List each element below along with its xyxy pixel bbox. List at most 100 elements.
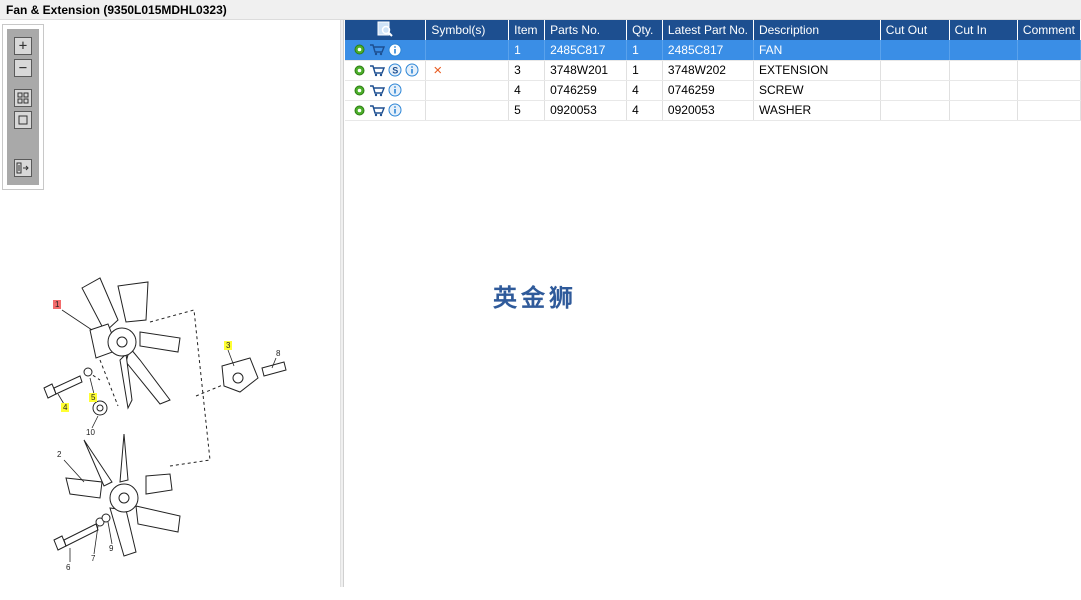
cell-item: 3	[508, 60, 546, 81]
table-row[interactable]: 5 0920053 4 0920053 WASHER	[345, 100, 1081, 121]
svg-text:S: S	[392, 66, 398, 76]
callout-5[interactable]: 5	[91, 393, 96, 402]
cell-item: 1	[508, 40, 546, 61]
fan-upper-illustration	[81, 277, 181, 410]
cell-symbol	[425, 100, 510, 121]
callout-9[interactable]: 9	[109, 544, 114, 553]
cell-comment	[1017, 80, 1081, 101]
table-row[interactable]: S × 3 3748W201 1 3748W202 EXTENSION	[345, 60, 1081, 81]
window-title: Fan & Extension (9350L015MDHL0323)	[6, 3, 227, 17]
cell-qty: 1	[626, 40, 663, 61]
screw-lower-illustration	[53, 523, 99, 551]
gear-icon[interactable]	[353, 43, 366, 56]
cell-part-no: 3748W201	[544, 60, 628, 81]
cell-comment	[1017, 40, 1081, 61]
column-header-cut-in[interactable]: Cut In	[949, 20, 1018, 40]
parts-table: Symbol(s) Item Parts No. Qty. Latest Par…	[345, 20, 1081, 121]
search-doc-icon[interactable]	[377, 21, 393, 37]
row-actions: S	[345, 60, 427, 81]
row-actions	[345, 80, 427, 101]
s-icon[interactable]: S	[388, 63, 402, 77]
cell-symbol: ×	[425, 60, 510, 81]
illustration-pane[interactable]: + − 1 3 4 5 8 10 2 6 7 9	[0, 20, 340, 587]
cell-qty: 4	[626, 80, 663, 101]
cell-description: WASHER	[753, 100, 881, 121]
cell-cut-out	[880, 100, 950, 121]
callout-1[interactable]: 1	[55, 300, 60, 309]
column-header-icons[interactable]	[345, 20, 427, 40]
screw-illustration	[43, 375, 83, 399]
cell-cut-in	[949, 80, 1018, 101]
info-icon[interactable]	[388, 83, 402, 97]
cell-latest-part-no: 3748W202	[662, 60, 754, 81]
cell-description: SCREW	[753, 80, 881, 101]
table-header-row: Symbol(s) Item Parts No. Qty. Latest Par…	[345, 20, 1081, 40]
gear-icon[interactable]	[353, 64, 366, 77]
callout-3[interactable]: 3	[226, 341, 231, 350]
row-actions	[345, 100, 427, 121]
cell-cut-out	[880, 40, 950, 61]
callout-6[interactable]: 6	[66, 563, 71, 572]
column-header-parts-no[interactable]: Parts No.	[544, 20, 628, 40]
column-header-symbols[interactable]: Symbol(s)	[425, 20, 510, 40]
cell-part-no: 0746259	[544, 80, 628, 101]
gear-icon[interactable]	[353, 104, 366, 117]
callout-4[interactable]: 4	[63, 403, 68, 412]
cell-latest-part-no: 0746259	[662, 80, 754, 101]
table-row[interactable]: 1 2485C817 1 2485C817 FAN	[345, 40, 1081, 61]
column-header-qty[interactable]: Qty.	[626, 20, 663, 40]
cell-latest-part-no: 2485C817	[662, 40, 754, 61]
column-header-item[interactable]: Item	[508, 20, 546, 40]
cell-description: FAN	[753, 40, 881, 61]
row-actions	[345, 40, 427, 61]
fit-grid-icon[interactable]	[14, 89, 32, 107]
info-icon[interactable]	[388, 43, 402, 57]
callout-8[interactable]: 8	[276, 349, 281, 358]
table-row[interactable]: 4 0746259 4 0746259 SCREW	[345, 80, 1081, 101]
gear-icon[interactable]	[353, 84, 366, 97]
cell-cut-out	[880, 80, 950, 101]
toolbox-panel: + −	[7, 29, 39, 185]
cell-cut-in	[949, 100, 1018, 121]
cart-icon[interactable]	[369, 104, 385, 117]
window-titlebar: Fan & Extension (9350L015MDHL0323)	[0, 0, 1081, 20]
cell-comment	[1017, 100, 1081, 121]
column-header-comment[interactable]: Comment	[1017, 20, 1081, 40]
cell-cut-in	[949, 60, 1018, 81]
cell-part-no: 2485C817	[544, 40, 628, 61]
cell-part-no: 0920053	[544, 100, 628, 121]
callout-10[interactable]: 10	[86, 428, 95, 437]
extension-illustration	[221, 357, 287, 393]
zoom-out-icon[interactable]: −	[14, 59, 32, 77]
cell-comment	[1017, 60, 1081, 81]
cell-item: 5	[508, 100, 546, 121]
cell-cut-out	[880, 60, 950, 81]
column-header-cut-out[interactable]: Cut Out	[880, 20, 950, 40]
cell-qty: 4	[626, 100, 663, 121]
image-toolbox: + −	[2, 24, 44, 190]
pane-splitter[interactable]	[340, 20, 344, 587]
zoom-in-icon[interactable]: +	[14, 37, 32, 55]
parts-list-pane: Symbol(s) Item Parts No. Qty. Latest Par…	[345, 20, 1081, 587]
column-header-latest-part-no[interactable]: Latest Part No.	[662, 20, 754, 40]
cell-qty: 1	[626, 60, 663, 81]
cell-item: 4	[508, 80, 546, 101]
column-header-description[interactable]: Description	[753, 20, 881, 40]
cell-description: EXTENSION	[753, 60, 881, 81]
cart-icon[interactable]	[369, 64, 385, 77]
cell-latest-part-no: 0920053	[662, 100, 754, 121]
info-icon[interactable]	[388, 103, 402, 117]
callout-2[interactable]: 2	[57, 450, 62, 459]
washer-illustration	[83, 367, 93, 377]
actual-size-icon[interactable]	[14, 111, 32, 129]
cell-symbol	[425, 40, 510, 61]
export-list-icon[interactable]	[14, 159, 32, 177]
cart-icon[interactable]	[369, 43, 385, 56]
cell-symbol	[425, 80, 510, 101]
callout-7[interactable]: 7	[91, 554, 96, 563]
info-icon[interactable]	[405, 63, 419, 77]
cart-icon[interactable]	[369, 84, 385, 97]
superseded-x-icon: ×	[433, 61, 443, 79]
spacer-illustration	[92, 400, 108, 416]
parts-drawing[interactable]: 1 3 4 5 8 10 2 6 7 9	[0, 250, 340, 600]
